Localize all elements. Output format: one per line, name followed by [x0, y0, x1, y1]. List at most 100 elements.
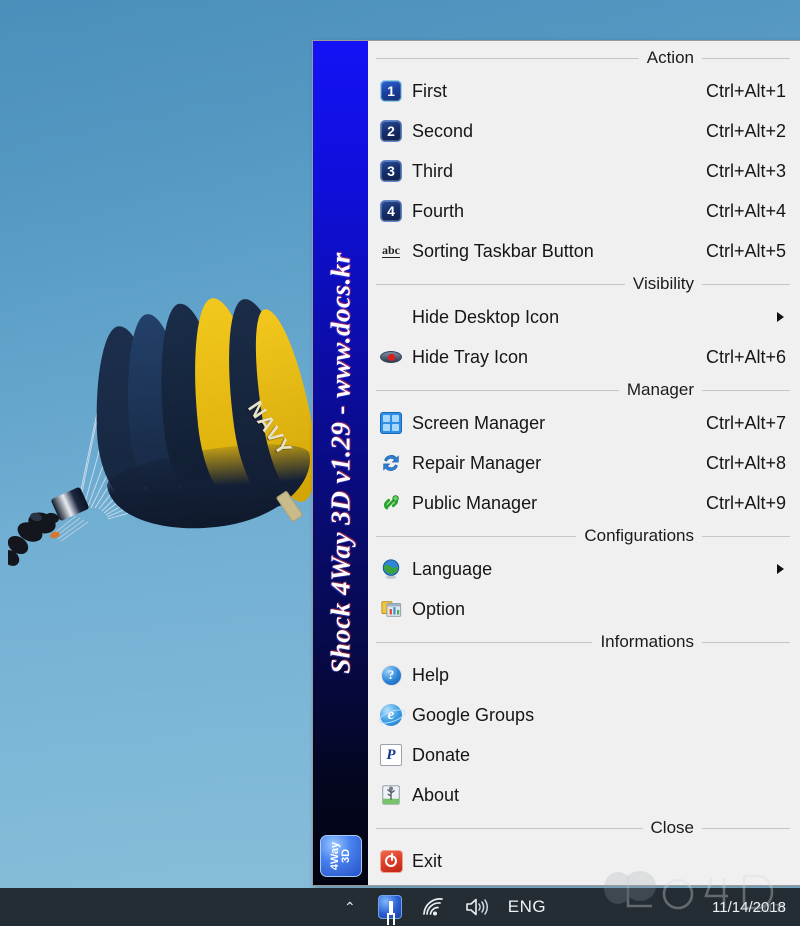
menu-section-header: Visibility: [368, 271, 800, 297]
menu-section-header: Manager: [368, 377, 800, 403]
abc-icon: abc: [382, 243, 400, 258]
section-title: Action: [646, 48, 694, 67]
section-rule-right: [702, 57, 790, 59]
section-title: Informations: [600, 632, 694, 651]
menu-item-label: Hide Tray Icon: [412, 346, 529, 367]
option-window-icon: [376, 596, 406, 622]
parachute-canopy: NAVY: [84, 289, 326, 544]
menu-item-first[interactable]: 1 First Ctrl+Alt+1: [368, 71, 800, 111]
browser-icon: e: [376, 702, 406, 728]
menu-section-header: Informations: [368, 629, 800, 655]
number-2-icon: 2: [376, 118, 406, 144]
menu-item-shortcut: Ctrl+Alt+9: [705, 492, 786, 513]
menu-item-help[interactable]: ? Help: [368, 655, 800, 695]
menu-item-shortcut: Ctrl+Alt+5: [705, 240, 786, 261]
menu-item-label: About: [412, 784, 460, 805]
section-title: Close: [650, 818, 694, 837]
clock[interactable]: 11/14/2018: [712, 888, 786, 926]
section-rule-left: [376, 535, 577, 537]
section-rule-left: [376, 57, 639, 59]
submenu-arrow-icon[interactable]: [777, 564, 784, 574]
menu-item-label: Third: [412, 160, 454, 181]
banner-title: Shock 4Way 3D v1.29 - www.docs.kr: [325, 252, 355, 674]
section-rule-right: [702, 535, 790, 537]
menu-item-google-groups[interactable]: e Google Groups: [368, 695, 800, 735]
menu-item-exit[interactable]: Exit: [368, 841, 800, 881]
menu-item-shortcut: Ctrl+Alt+8: [705, 452, 786, 473]
section-rule-right: [702, 389, 790, 391]
number-3-icon: 3: [376, 158, 406, 184]
eye-icon: [376, 344, 406, 370]
wifi-icon[interactable]: [420, 896, 446, 918]
volume-icon[interactable]: [464, 896, 490, 918]
menu-item-label: Fourth: [412, 200, 465, 221]
section-rule-left: [376, 389, 619, 391]
menu-item-about[interactable]: About: [368, 775, 800, 815]
section-title: Configurations: [584, 526, 694, 545]
windows-taskbar[interactable]: ⌃ ENG 11/14/2018 .com: [0, 871, 800, 926]
menu-item-label: Help: [412, 664, 450, 685]
language-indicator[interactable]: ENG: [508, 897, 546, 917]
section-rule-left: [376, 641, 593, 643]
desktop-screen: NAVY Shock 4Way 3D v1.29 - www.docs.kr 4…: [0, 0, 800, 926]
menu-item-public-manager[interactable]: Public Manager Ctrl+Alt+9: [368, 483, 800, 523]
menu-side-banner: Shock 4Way 3D v1.29 - www.docs.kr 4Way 3D: [313, 41, 368, 885]
menu-section-header: Configurations: [368, 523, 800, 549]
shock4way-tray-icon[interactable]: [377, 895, 402, 919]
menu-item-shortcut: Ctrl+Alt+2: [705, 120, 786, 141]
section-rule-left: [376, 827, 643, 829]
menu-item-shortcut: Ctrl+Alt+6: [705, 346, 786, 367]
menu-item-label: Language: [412, 558, 493, 579]
menu-item-second[interactable]: 2 Second Ctrl+Alt+2: [368, 111, 800, 151]
menu-item-label: Donate: [412, 744, 471, 765]
refresh-icon: [376, 450, 406, 476]
menu-section-header: Close: [368, 815, 800, 841]
menu-item-fourth[interactable]: 4 Fourth Ctrl+Alt+4: [368, 191, 800, 231]
menu-item-language[interactable]: Language: [368, 549, 800, 589]
menu-item-shortcut: Ctrl+Alt+3: [705, 160, 786, 181]
menu-item-shortcut: Ctrl+Alt+1: [705, 80, 786, 101]
menu-item-sorting-taskbar-button[interactable]: abc Sorting Taskbar Button Ctrl+Alt+5: [368, 231, 800, 271]
menu-item-option[interactable]: Option: [368, 589, 800, 629]
app-logo-line2: 3D: [339, 848, 352, 864]
help-icon: ?: [376, 662, 406, 688]
menu-item-label: Screen Manager: [412, 412, 546, 433]
menu-item-label: First: [412, 80, 447, 101]
section-title: Visibility: [632, 274, 694, 293]
menu-item-screen-manager[interactable]: Screen Manager Ctrl+Alt+7: [368, 403, 800, 443]
menu-item-shortcut: Ctrl+Alt+4: [705, 200, 786, 221]
number-1-icon: 1: [376, 78, 406, 104]
section-title: Manager: [626, 380, 694, 399]
number-4-icon: 4: [376, 198, 406, 224]
system-tray[interactable]: ⌃ ENG: [340, 888, 546, 926]
tray-context-menu[interactable]: Shock 4Way 3D v1.29 - www.docs.kr 4Way 3D…: [312, 40, 800, 886]
menu-item-hide-tray-icon[interactable]: Hide Tray Icon Ctrl+Alt+6: [368, 337, 800, 377]
menu-item-repair-manager[interactable]: Repair Manager Ctrl+Alt+8: [368, 443, 800, 483]
submenu-arrow-icon[interactable]: [777, 312, 784, 322]
menu-item-label: Sorting Taskbar Button: [412, 240, 594, 261]
menu-item-label: Second: [412, 120, 474, 141]
section-rule-right: [702, 283, 790, 285]
menu-item-donate[interactable]: P Donate: [368, 735, 800, 775]
section-rule-right: [702, 641, 790, 643]
menu-item-shortcut: Ctrl+Alt+7: [705, 412, 786, 433]
power-icon: [376, 848, 406, 874]
menu-item-label: Repair Manager: [412, 452, 542, 473]
menu-item-hide-desktop-icon[interactable]: Hide Desktop Icon: [368, 297, 800, 337]
globe-icon: [376, 556, 406, 582]
section-rule-right: [702, 827, 790, 829]
menu-section-header: Action: [368, 45, 800, 71]
menu-item-label: Google Groups: [412, 704, 535, 725]
menu-item-label: Option: [412, 598, 466, 619]
chain-link-icon: [376, 490, 406, 516]
app-logo-icon: 4Way 3D: [320, 835, 362, 877]
paypal-icon: P: [376, 742, 406, 768]
skydiver-figure: [8, 512, 60, 566]
menu-item-label: Public Manager: [412, 492, 538, 513]
menu-item-third[interactable]: 3 Third Ctrl+Alt+3: [368, 151, 800, 191]
no-icon-spacer: [376, 304, 406, 330]
menu-items-container: Action 1 First Ctrl+Alt+1 2 Second Ctrl+Alt+2 3…: [368, 41, 800, 885]
show-hidden-icons-chevron-icon[interactable]: ⌃: [340, 900, 360, 914]
menu-item-label: Hide Desktop Icon: [412, 306, 560, 327]
about-icon: [376, 782, 406, 808]
